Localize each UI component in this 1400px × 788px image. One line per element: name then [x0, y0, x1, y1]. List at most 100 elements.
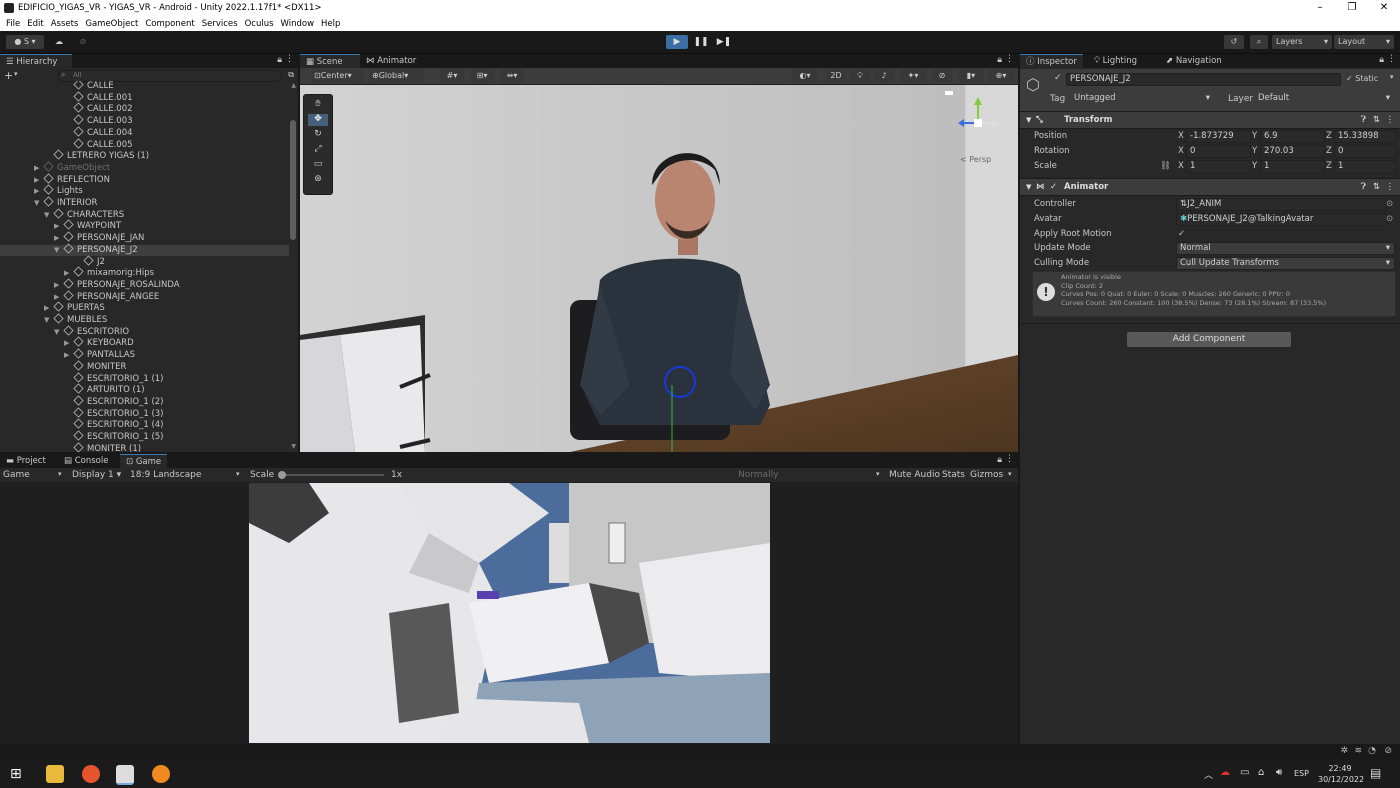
expanded-arrow-icon[interactable]: ▼	[54, 245, 64, 257]
windows-start-icon[interactable]: ⊞	[10, 766, 22, 782]
step-button[interactable]: ▶❚	[713, 35, 735, 49]
stats-button[interactable]: Stats	[942, 470, 965, 480]
transform-tool-icon[interactable]: ⊛	[308, 174, 328, 186]
play-button[interactable]: ▶	[666, 35, 688, 49]
collapsed-arrow-icon[interactable]: ▶	[64, 350, 74, 362]
menu-component[interactable]: Component	[145, 19, 194, 29]
hand-tool-icon[interactable]: ✋︎	[308, 99, 328, 111]
hierarchy-item[interactable]: ▶ REFLECTION	[0, 173, 289, 187]
hierarchy-scrollbar[interactable]	[290, 120, 296, 240]
hierarchy-item[interactable]: MONITER	[0, 360, 289, 374]
close-button[interactable]: ✕	[1368, 0, 1400, 16]
hierarchy-item[interactable]: LETRERO YIGAS (1)	[0, 149, 289, 163]
position-x-field[interactable]: -1.873729	[1186, 130, 1251, 143]
hierarchy-item[interactable]: ▶ PANTALLAS	[0, 348, 289, 362]
static-checkbox[interactable]: ✓ Static	[1346, 74, 1378, 83]
snap-increment-icon[interactable]: ⊞▾	[470, 69, 494, 83]
scene-search-icon[interactable]: ⧉	[288, 70, 294, 80]
expanded-arrow-icon[interactable]: ▼	[54, 327, 64, 339]
tray-app-icon[interactable]: ☁	[1220, 767, 1230, 778]
controller-field[interactable]: ⇅J2_ANIM	[1176, 198, 1387, 211]
audio-toggle-icon[interactable]: ♪	[874, 69, 894, 83]
move-tool-icon[interactable]: ✥	[308, 114, 328, 126]
hierarchy-item[interactable]: ▼ INTERIOR	[0, 196, 289, 210]
position-z-field[interactable]: 15.33898	[1334, 130, 1397, 143]
menu-dots-icon[interactable]: ⋮	[1386, 112, 1395, 128]
brave-browser-icon[interactable]	[82, 765, 100, 783]
collapsed-arrow-icon[interactable]: ▶	[54, 280, 64, 292]
hierarchy-item[interactable]: ESCRITORIO_1 (2)	[0, 395, 289, 409]
hierarchy-item[interactable]: MONITER (1)	[0, 442, 289, 452]
menu-dots-icon[interactable]: ⋮	[1387, 54, 1396, 64]
volume-icon[interactable]: 🔊︎	[1276, 767, 1282, 778]
presets-icon[interactable]: ⇅	[1373, 179, 1380, 195]
checkmark-icon[interactable]: ⊘	[1384, 746, 1392, 756]
rotation-z-field[interactable]: 0	[1334, 145, 1397, 158]
hierarchy-item[interactable]: ▶ PERSONAJE_JAN	[0, 231, 289, 245]
hierarchy-item[interactable]: CALLE	[0, 81, 289, 93]
object-name-field[interactable]: PERSONAJE_J2	[1066, 73, 1341, 86]
tab-lighting[interactable]: 💡︎ Lighting	[1088, 54, 1143, 68]
lock-icon[interactable]: 🔒︎	[1379, 55, 1384, 65]
tab-project[interactable]: ▬ Project	[0, 454, 52, 468]
hierarchy-item[interactable]: CALLE.003	[0, 114, 289, 128]
lock-icon[interactable]: 🔒︎	[997, 55, 1002, 65]
menu-help[interactable]: Help	[321, 19, 340, 29]
hierarchy-item[interactable]: ▼ ESCRITORIO	[0, 325, 289, 339]
scale-slider-handle[interactable]	[278, 471, 286, 479]
lock-icon[interactable]: 🔒︎	[277, 55, 282, 65]
scene-viewport[interactable]: ✋︎ ✥ ↻ ⤢ ▭ ⊛ < Persp	[300, 85, 1018, 452]
object-picker-icon[interactable]: ⊙	[1386, 212, 1393, 226]
game-viewport[interactable]	[249, 483, 770, 743]
orientation-gizmo[interactable]	[950, 95, 1000, 155]
expanded-arrow-icon[interactable]: ▼	[44, 315, 54, 327]
menu-dots-icon[interactable]: ⋮	[1386, 179, 1395, 195]
hierarchy-item[interactable]: ▶ KEYBOARD	[0, 336, 289, 350]
effects-toggle-icon[interactable]: ✦▾	[900, 69, 926, 83]
hierarchy-item[interactable]: ESCRITORIO_1 (1)	[0, 371, 289, 386]
hierarchy-item[interactable]: ▶ mixamorig:Hips	[0, 266, 289, 280]
minimize-button[interactable]: –	[1304, 0, 1336, 16]
hierarchy-item[interactable]: ▶ GameObject	[0, 161, 289, 175]
tab-console[interactable]: ▤ Console	[58, 454, 114, 468]
scroll-down-icon[interactable]: ▼	[291, 443, 296, 450]
hierarchy-item[interactable]: CALLE.002	[0, 102, 289, 116]
menu-assets[interactable]: Assets	[51, 19, 79, 29]
rotation-y-field[interactable]: 270.03	[1260, 145, 1325, 158]
lighting-toggle-icon[interactable]: 💡︎	[850, 69, 870, 83]
unity-taskbar-icon[interactable]	[116, 765, 134, 785]
draw-mode-icon[interactable]: ◐▾	[792, 69, 818, 83]
hierarchy-item[interactable]: J2	[0, 254, 289, 269]
root-motion-checkbox[interactable]: ✓	[1178, 227, 1185, 241]
scale-x-field[interactable]: 1	[1186, 160, 1251, 173]
layers-dropdown[interactable]: Layers ▾	[1272, 35, 1332, 49]
hierarchy-item[interactable]: CALLE.001	[0, 91, 289, 105]
scale-tool-icon[interactable]: ⤢	[308, 144, 328, 156]
scroll-up-icon[interactable]: ▲	[291, 82, 296, 89]
expanded-arrow-icon[interactable]: ▼	[34, 198, 44, 210]
tab-navigation[interactable]: ⬈ Navigation	[1160, 54, 1228, 68]
rotate-tool-icon[interactable]: ↻	[308, 129, 328, 141]
add-component-button[interactable]: Add Component	[1127, 332, 1291, 347]
hierarchy-item[interactable]: ▶ PERSONAJE_ANGEE	[0, 290, 289, 304]
pivot-dropdown[interactable]: ⊡Center▾	[312, 69, 364, 83]
scale-z-field[interactable]: 1	[1334, 160, 1397, 173]
file-explorer-icon[interactable]	[46, 765, 64, 783]
tab-hierarchy[interactable]: ☰ Hierarchy	[0, 54, 72, 69]
menu-services[interactable]: Services	[202, 19, 238, 29]
menu-dots-icon[interactable]: ⋮	[1005, 454, 1014, 464]
collapsed-arrow-icon[interactable]: ▶	[34, 163, 44, 175]
camera-settings-icon[interactable]: ▮▾	[958, 69, 984, 83]
link-icon[interactable]: ⛓︎	[1160, 159, 1171, 173]
animator-header[interactable]: ▼ ⋈ ✓ Animator ❓︎ ⇅ ⋮	[1020, 178, 1400, 196]
menu-gameobject[interactable]: GameObject	[85, 19, 138, 29]
menu-edit[interactable]: Edit	[27, 19, 43, 29]
scale-slider[interactable]	[280, 474, 384, 476]
language-indicator[interactable]: ESP	[1294, 769, 1309, 778]
tab-scene[interactable]: ▦ Scene	[300, 54, 360, 69]
hierarchy-item[interactable]: ESCRITORIO_1 (5)	[0, 430, 289, 444]
grid-snap-icon[interactable]: #▾	[440, 69, 464, 83]
position-y-field[interactable]: 6.9	[1260, 130, 1325, 143]
help-icon[interactable]: ❓︎	[1361, 112, 1366, 128]
menu-dots-icon[interactable]: ⋮	[285, 54, 294, 64]
